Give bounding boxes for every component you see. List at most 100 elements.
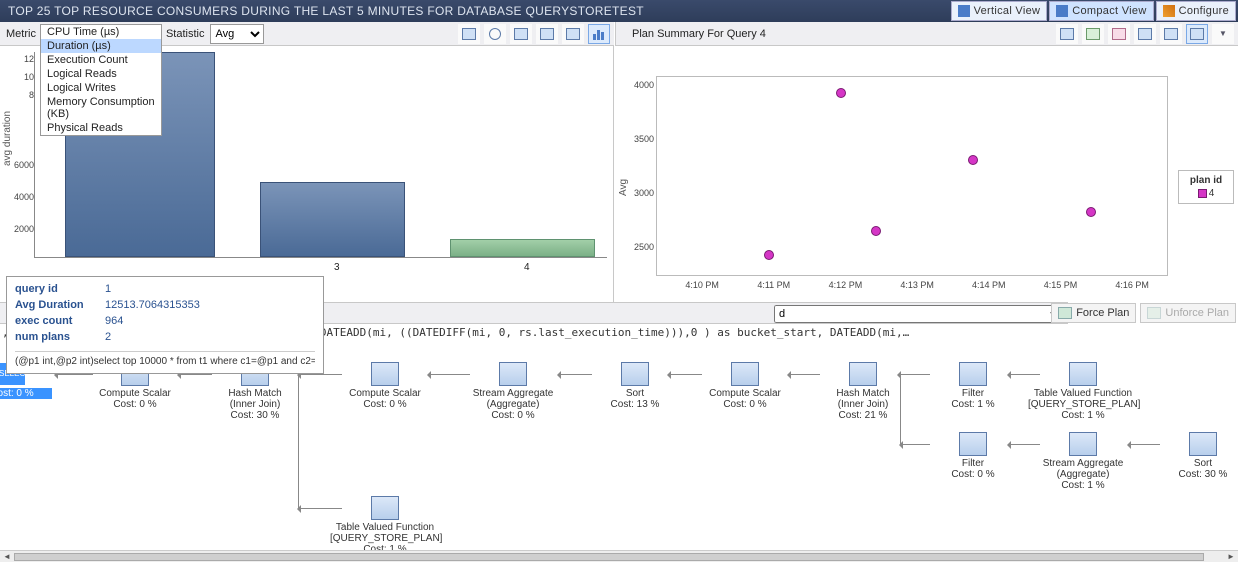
statistic-select[interactable]: Avg [210, 24, 264, 44]
plan-arrow [178, 374, 212, 375]
plan-btn-1[interactable] [1056, 24, 1078, 44]
tt-value: 1 [105, 283, 111, 299]
xtick: 3 [334, 262, 340, 273]
plan-node-cost: Cost: 21 % [808, 410, 918, 421]
plan-arrow [898, 374, 930, 375]
plan-node-cost: Cost: 30 % [1148, 469, 1238, 480]
bar-4[interactable] [450, 239, 595, 257]
xtick: 4 [524, 262, 530, 273]
metric-option[interactable]: Memory Consumption (KB) [41, 95, 161, 121]
scroll-right-arrow[interactable]: ► [1226, 552, 1236, 562]
plan-node-tvf[interactable]: Table Valued Function[QUERY_STORE_PLAN]C… [330, 496, 440, 550]
rxtick: 4:16 PM [1115, 280, 1149, 290]
stream-aggregate-icon [499, 362, 527, 386]
unforce-plan-label: Unforce Plan [1165, 307, 1229, 319]
compact-view-label: Compact View [1072, 5, 1146, 17]
scatter-ylabel: Avg [618, 179, 629, 196]
plan-btn-3[interactable] [1108, 24, 1130, 44]
plan-node-label: Table Valued Function [1028, 388, 1138, 399]
view-2-button[interactable] [536, 24, 558, 44]
rxtick: 4:11 PM [757, 280, 790, 290]
view-3-button[interactable] [562, 24, 584, 44]
plan-node-stream-aggregate[interactable]: Stream Aggregate(Aggregate)Cost: 0 % [458, 362, 568, 421]
plan-icon-5 [1164, 28, 1178, 40]
plan-node-label: Sort [580, 388, 690, 399]
plan-node-label: Table Valued Function [330, 522, 440, 533]
ytick: 12 [24, 54, 34, 64]
ytick: 6000 [14, 160, 34, 170]
metric-option[interactable]: Duration (µs) [41, 39, 161, 53]
plan-node-cost: Cost: 0 % [80, 399, 190, 410]
plan-node-sort[interactable]: SortCost: 30 % [1148, 432, 1238, 480]
plan-arrow [428, 374, 470, 375]
data-point[interactable] [968, 155, 978, 165]
tt-label: num plans [15, 331, 105, 347]
plan-node-sub: (Aggregate) [1028, 469, 1138, 480]
plan-node-stream-aggregate[interactable]: Stream Aggregate(Aggregate)Cost: 1 % [1028, 432, 1138, 491]
rxtick: 4:13 PM [900, 280, 934, 290]
plan-btn-2[interactable] [1082, 24, 1104, 44]
metric-option[interactable]: Logical Reads [41, 67, 161, 81]
plan-node-sub: (Inner Join) [808, 399, 918, 410]
ytick: 10 [24, 72, 34, 82]
plan-dropdown-button[interactable]: ▼ [1212, 24, 1234, 44]
vertical-view-label: Vertical View [974, 5, 1041, 17]
scroll-thumb[interactable] [14, 553, 1204, 561]
view-1-button[interactable] [510, 24, 532, 44]
aggregate-select[interactable]: d [774, 305, 1064, 323]
rxtick: 4:15 PM [1044, 280, 1078, 290]
plan-node-tvf[interactable]: Table Valued Function[QUERY_STORE_PLAN]C… [1028, 362, 1138, 421]
chart-icon [593, 28, 605, 40]
data-point[interactable] [1086, 207, 1096, 217]
metric-option[interactable]: Logical Writes [41, 81, 161, 95]
plan-arrow [668, 374, 702, 375]
plan-node-label: Filter [918, 458, 1028, 469]
chart-button[interactable] [588, 24, 610, 44]
query-plan-tree[interactable]: Cost: 0 % Compute ScalarCost: 0 % Hash M… [0, 346, 1238, 550]
plan-btn-5[interactable] [1160, 24, 1182, 44]
plan-btn-4[interactable] [1134, 24, 1156, 44]
plan-arrow [1008, 374, 1040, 375]
ytick: 4000 [14, 192, 34, 202]
plan-node-sort[interactable]: SortCost: 13 % [580, 362, 690, 410]
stream-aggregate-icon [1069, 432, 1097, 456]
plan-summary-title: Plan Summary For Query 4 [620, 28, 768, 40]
plan-arrow [298, 374, 342, 375]
data-point[interactable] [836, 88, 846, 98]
target-button[interactable] [484, 24, 506, 44]
plan-node-compute-scalar[interactable]: Compute ScalarCost: 0 % [690, 362, 800, 410]
plan-node-cost: Cost: 13 % [580, 399, 690, 410]
bar-3[interactable] [260, 182, 405, 257]
plan-node-cost: Cost: 1 % [1028, 480, 1138, 491]
metric-option[interactable]: CPU Time (µs) [41, 25, 161, 39]
legend-item-label: 4 [1209, 188, 1215, 199]
plan-node-filter[interactable]: FilterCost: 1 % [918, 362, 1028, 410]
scatter-plot[interactable] [656, 76, 1168, 276]
plan-node-filter[interactable]: FilterCost: 0 % [918, 432, 1028, 480]
plan-arrow [55, 374, 93, 375]
plan-btn-6[interactable] [1186, 24, 1208, 44]
configure-button[interactable]: Configure [1156, 1, 1236, 21]
plan-node-hash-match[interactable]: Hash Match(Inner Join)Cost: 21 % [808, 362, 918, 421]
metric-option[interactable]: Physical Reads [41, 121, 161, 135]
scatter-legend: plan id 4 [1178, 170, 1234, 204]
refresh-button[interactable] [458, 24, 480, 44]
metric-dropdown-open[interactable]: CPU Time (µs) Duration (µs) Execution Co… [40, 24, 162, 136]
plan-connector [900, 374, 901, 444]
plan-node-compute-scalar[interactable]: Compute ScalarCost: 0 % [330, 362, 440, 410]
plan-arrow [900, 444, 930, 445]
plan-node-label: Stream Aggregate [458, 388, 568, 399]
plan-connector [298, 374, 299, 508]
unforce-plan-button[interactable]: Unforce Plan [1140, 303, 1236, 323]
plan-node-label: Filter [918, 388, 1028, 399]
compact-view-button[interactable]: Compact View [1049, 1, 1153, 21]
scroll-left-arrow[interactable]: ◄ [2, 552, 12, 562]
data-point[interactable] [871, 226, 881, 236]
bar-tooltip: query id1 Avg Duration12513.7064315353 e… [6, 276, 324, 374]
horizontal-scrollbar[interactable]: ◄ ► [0, 550, 1238, 562]
force-plan-button[interactable]: Force Plan [1051, 303, 1136, 323]
data-point[interactable] [764, 250, 774, 260]
vertical-view-button[interactable]: Vertical View [951, 1, 1048, 21]
plan-arrow [298, 508, 342, 509]
metric-option[interactable]: Execution Count [41, 53, 161, 67]
